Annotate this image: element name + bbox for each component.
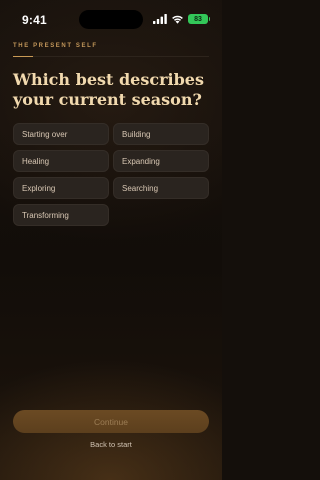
status-bar: 9:41 83 <box>0 0 222 40</box>
continue-button[interactable]: Continue <box>13 410 209 433</box>
dynamic-island <box>79 10 143 29</box>
battery-level: 83 <box>194 15 202 23</box>
onboarding-screen: 9:41 83 THE PRESENT SELF Which best desc… <box>0 0 222 480</box>
option-chip[interactable]: Starting over <box>13 123 109 145</box>
signal-bars-icon <box>153 14 167 24</box>
option-chip[interactable]: Searching <box>113 177 209 199</box>
option-chip[interactable]: Healing <box>13 150 109 172</box>
back-to-start-link[interactable]: Back to start <box>0 440 222 449</box>
status-icons: 83 <box>153 13 210 25</box>
progress-bar-fill <box>13 56 33 57</box>
option-chip[interactable]: Exploring <box>13 177 109 199</box>
status-time: 9:41 <box>22 13 47 27</box>
option-chip[interactable]: Expanding <box>113 150 209 172</box>
progress-bar <box>13 56 209 57</box>
option-chip[interactable]: Building <box>113 123 209 145</box>
question-title: Which best describes your current season… <box>13 70 204 109</box>
option-chip[interactable]: Transforming <box>13 204 109 226</box>
battery-charging-icon: 83 <box>188 14 210 24</box>
option-list: Starting over Building Healing Expanding Exp… <box>13 123 209 226</box>
wifi-icon <box>171 14 184 24</box>
section-label: THE PRESENT SELF <box>13 43 98 49</box>
